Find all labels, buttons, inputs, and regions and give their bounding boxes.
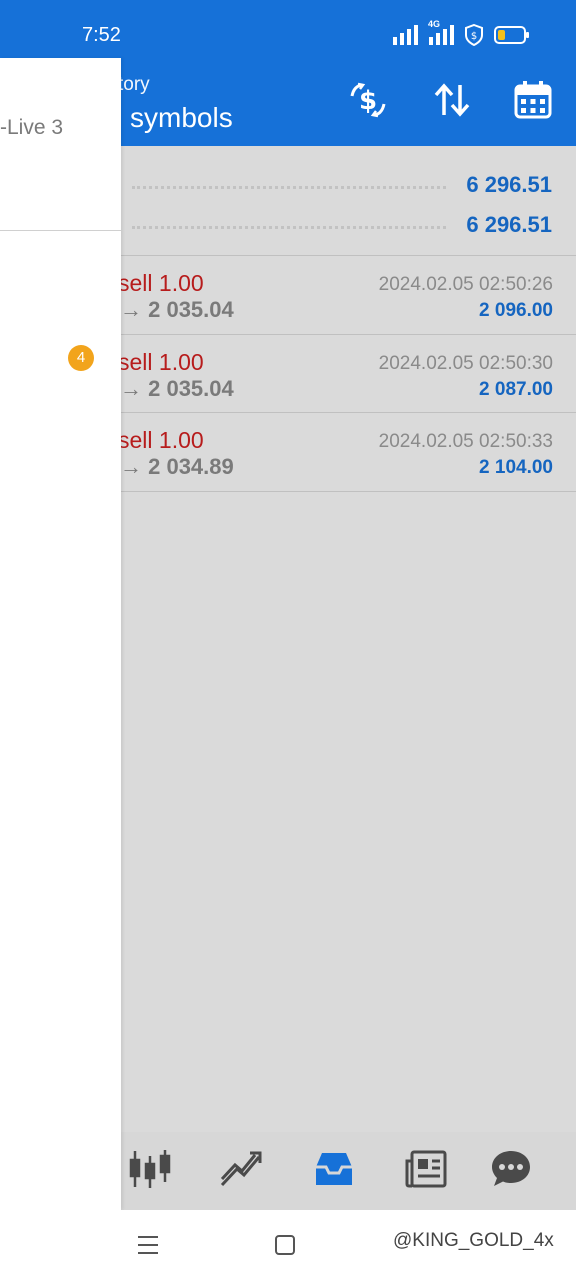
system-navigation-bar: @KING_GOLD_4x	[0, 1210, 576, 1280]
trade-row[interactable]: sell 1.00 → 2 035.04 2024.02.05 02:50:30…	[118, 335, 576, 413]
currency-exchange-icon: $	[348, 82, 388, 123]
summary-leader	[132, 186, 446, 189]
trade-time: 2024.02.05 02:50:33	[378, 431, 553, 452]
trade-type: sell 1.00	[118, 270, 204, 296]
home-button[interactable]	[270, 1232, 300, 1262]
summary-row: 6 296.51	[120, 204, 576, 244]
navigation-drawer: -Live 3 4	[0, 58, 121, 1210]
summary-leader	[132, 226, 446, 229]
menu-button[interactable]	[133, 1232, 163, 1262]
menu-icon	[136, 1234, 160, 1261]
page-title[interactable]: symbols	[130, 102, 233, 134]
summary-value: 6 296.51	[466, 212, 552, 237]
notification-badge: 4	[68, 345, 94, 371]
trade-price: → 2 035.04	[120, 297, 234, 322]
status-bar: 7:52 4G $	[0, 0, 576, 58]
page-subtitle: tory	[118, 74, 150, 95]
trade-profit: 2 104.00	[479, 457, 553, 478]
chat-icon	[489, 1148, 533, 1195]
nav-chat[interactable]	[483, 1144, 539, 1198]
bottom-navigation	[121, 1132, 576, 1210]
trade-time: 2024.02.05 02:50:30	[378, 353, 553, 374]
home-square-icon	[274, 1234, 296, 1261]
account-name[interactable]: -Live 3	[0, 116, 63, 140]
trade-time: 2024.02.05 02:50:26	[378, 274, 553, 295]
sort-icon	[433, 82, 471, 123]
watermark-text: @KING_GOLD_4x	[393, 1230, 554, 1251]
trade-profit: 2 087.00	[479, 379, 553, 400]
status-icons: 4G $	[392, 19, 530, 51]
nav-news[interactable]	[398, 1144, 454, 1198]
summary-value: 6 296.51	[466, 172, 552, 197]
calendar-icon	[513, 80, 553, 125]
signal-icon	[392, 25, 418, 50]
trade-row[interactable]: sell 1.00 → 2 035.04 2024.02.05 02:50:26…	[118, 256, 576, 334]
quotes-icon	[128, 1148, 172, 1195]
trade-type: sell 1.00	[118, 349, 204, 375]
sort-button[interactable]	[430, 80, 474, 124]
drawer-divider	[0, 230, 121, 231]
trade-profit: 2 096.00	[479, 300, 553, 321]
trade-row[interactable]: sell 1.00 → 2 034.89 2024.02.05 02:50:33…	[118, 413, 576, 491]
divider	[120, 491, 576, 492]
nav-quotes[interactable]	[122, 1144, 178, 1198]
trade-price: → 2 034.89	[120, 454, 234, 479]
trade-icon	[219, 1149, 263, 1194]
currency-exchange-button[interactable]: $	[346, 80, 390, 124]
history-icon	[312, 1149, 356, 1194]
trade-type: sell 1.00	[118, 427, 204, 453]
trade-price: → 2 035.04	[120, 376, 234, 401]
nav-history[interactable]	[306, 1144, 362, 1198]
calendar-button[interactable]	[511, 80, 555, 124]
nav-trade[interactable]	[213, 1144, 269, 1198]
signal-4g-icon: 4G	[428, 19, 454, 50]
battery-icon	[494, 25, 530, 50]
summary-row: 6 296.51	[120, 164, 576, 204]
news-icon	[404, 1149, 448, 1194]
status-time: 7:52	[82, 24, 121, 46]
vpn-shield-icon: $	[464, 23, 484, 51]
svg-text:$: $	[471, 31, 477, 42]
